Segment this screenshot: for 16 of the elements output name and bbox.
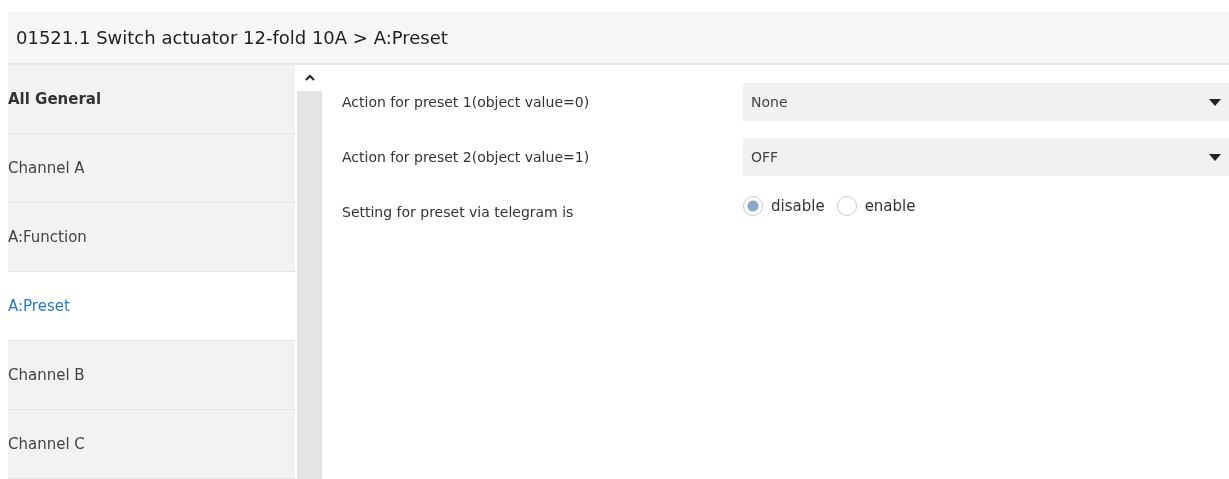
- page-title: 01521.1 Switch actuator 12-fold 10A > A:Preset: [16, 27, 448, 48]
- parameter-label: Action for preset 1(object value=0): [342, 94, 591, 110]
- radio-button[interactable]: [743, 196, 763, 216]
- scroll-up-button[interactable]: [297, 65, 322, 91]
- caret-up-icon: [304, 74, 315, 82]
- dropdown[interactable]: None: [743, 83, 1229, 121]
- parameter-label: Setting for preset via telegram is: [342, 204, 575, 220]
- radio-button[interactable]: [836, 196, 857, 216]
- caret-down-icon: [1209, 153, 1221, 161]
- radio-option[interactable]: disable: [743, 196, 825, 216]
- sidebar-item[interactable]: A:Preset: [8, 272, 295, 341]
- scrollbar[interactable]: [297, 65, 322, 479]
- parameter-label: Action for preset 2(object value=1): [342, 149, 591, 165]
- caret-down-icon: [1209, 98, 1221, 106]
- radio-option[interactable]: enable: [836, 196, 916, 216]
- dropdown[interactable]: OFF: [743, 138, 1229, 176]
